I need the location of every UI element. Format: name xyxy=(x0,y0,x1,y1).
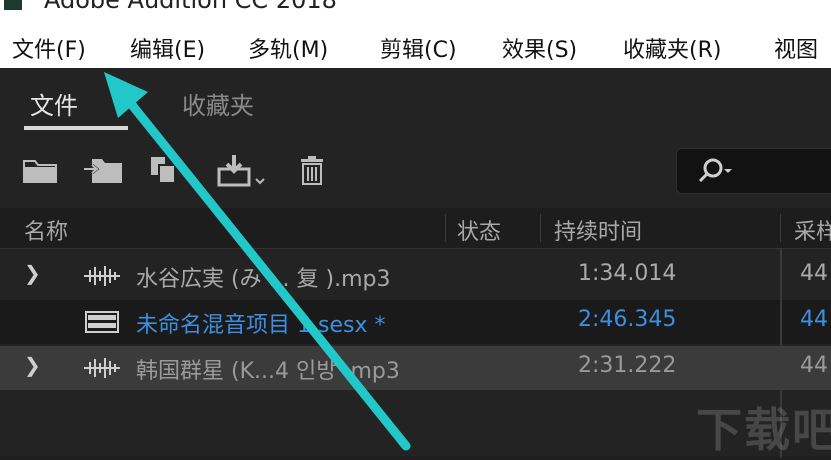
file-duration: 1:34.014 xyxy=(578,261,677,286)
multitrack-session-icon xyxy=(84,310,120,338)
tab-favorites[interactable]: 收藏夹 xyxy=(182,86,254,121)
app-icon xyxy=(4,0,22,10)
menu-effects[interactable]: 效果(S) xyxy=(502,32,577,64)
column-separator[interactable] xyxy=(445,214,446,242)
column-duration[interactable]: 持续时间 xyxy=(554,214,642,246)
import-icon[interactable] xyxy=(84,154,124,186)
window-title: Adobe Audition CC 2018 xyxy=(44,0,337,14)
menu-view[interactable]: 视图 xyxy=(774,32,818,64)
open-folder-icon[interactable] xyxy=(22,154,58,186)
watermark-logo: 下载吧 xyxy=(696,403,831,457)
column-name[interactable]: 名称 xyxy=(24,214,68,246)
file-sample-rate: 44 xyxy=(800,353,828,378)
file-list-header: 名称 状态 持续时间 采样率 xyxy=(0,208,831,249)
expand-chevron-icon[interactable]: ❯ xyxy=(24,261,41,285)
menu-edit[interactable]: 编辑(E) xyxy=(130,32,205,64)
menu-clip[interactable]: 剪辑(C) xyxy=(380,32,457,64)
table-row[interactable]: ❯ 水谷広実 (み ... 复 ).mp3 1:34.014 44 xyxy=(0,254,831,298)
menu-favorites[interactable]: 收藏夹(R) xyxy=(623,32,721,64)
file-name: 韩国群星 (K...4 인방 .mp3 xyxy=(136,359,400,384)
file-sample-rate: 44 xyxy=(800,261,828,286)
column-status[interactable]: 状态 xyxy=(457,214,501,246)
file-duration: 2:31.222 xyxy=(578,353,677,378)
table-row[interactable]: ❯ 韩国群星 (K...4 인방 .mp3 2:31.222 44 xyxy=(0,346,831,390)
tab-files[interactable]: 文件 xyxy=(30,86,78,121)
table-row[interactable]: 未命名混音项目 1.sesx * 2:46.345 44 xyxy=(0,300,831,344)
column-sample-rate[interactable]: 采样率 xyxy=(794,214,831,246)
waveform-icon xyxy=(84,264,120,292)
menu-multitrack[interactable]: 多轨(M) xyxy=(248,32,328,64)
menu-bar: 文件(F) 编辑(E) 多轨(M) 剪辑(C) 效果(S) 收藏夹(R) 视图 xyxy=(0,22,831,68)
column-separator[interactable] xyxy=(780,214,781,242)
title-bar: Adobe Audition CC 2018 xyxy=(0,0,831,22)
file-name: 未命名混音项目 1.sesx * xyxy=(136,313,386,338)
file-name: 水谷広実 (み ... 复 ).mp3 xyxy=(136,267,391,292)
column-separator[interactable] xyxy=(540,214,541,242)
new-file-icon[interactable] xyxy=(148,154,182,186)
menu-file[interactable]: 文件(F) xyxy=(12,32,86,64)
file-duration: 2:46.345 xyxy=(578,307,677,332)
save-download-icon[interactable] xyxy=(216,154,268,187)
search-input[interactable] xyxy=(676,148,831,194)
expand-chevron-icon[interactable]: ❯ xyxy=(24,353,41,377)
search-icon xyxy=(697,157,737,187)
file-sample-rate: 44 xyxy=(800,307,828,332)
waveform-icon xyxy=(84,356,120,384)
active-tab-indicator xyxy=(24,126,128,130)
delete-icon[interactable] xyxy=(298,154,326,186)
